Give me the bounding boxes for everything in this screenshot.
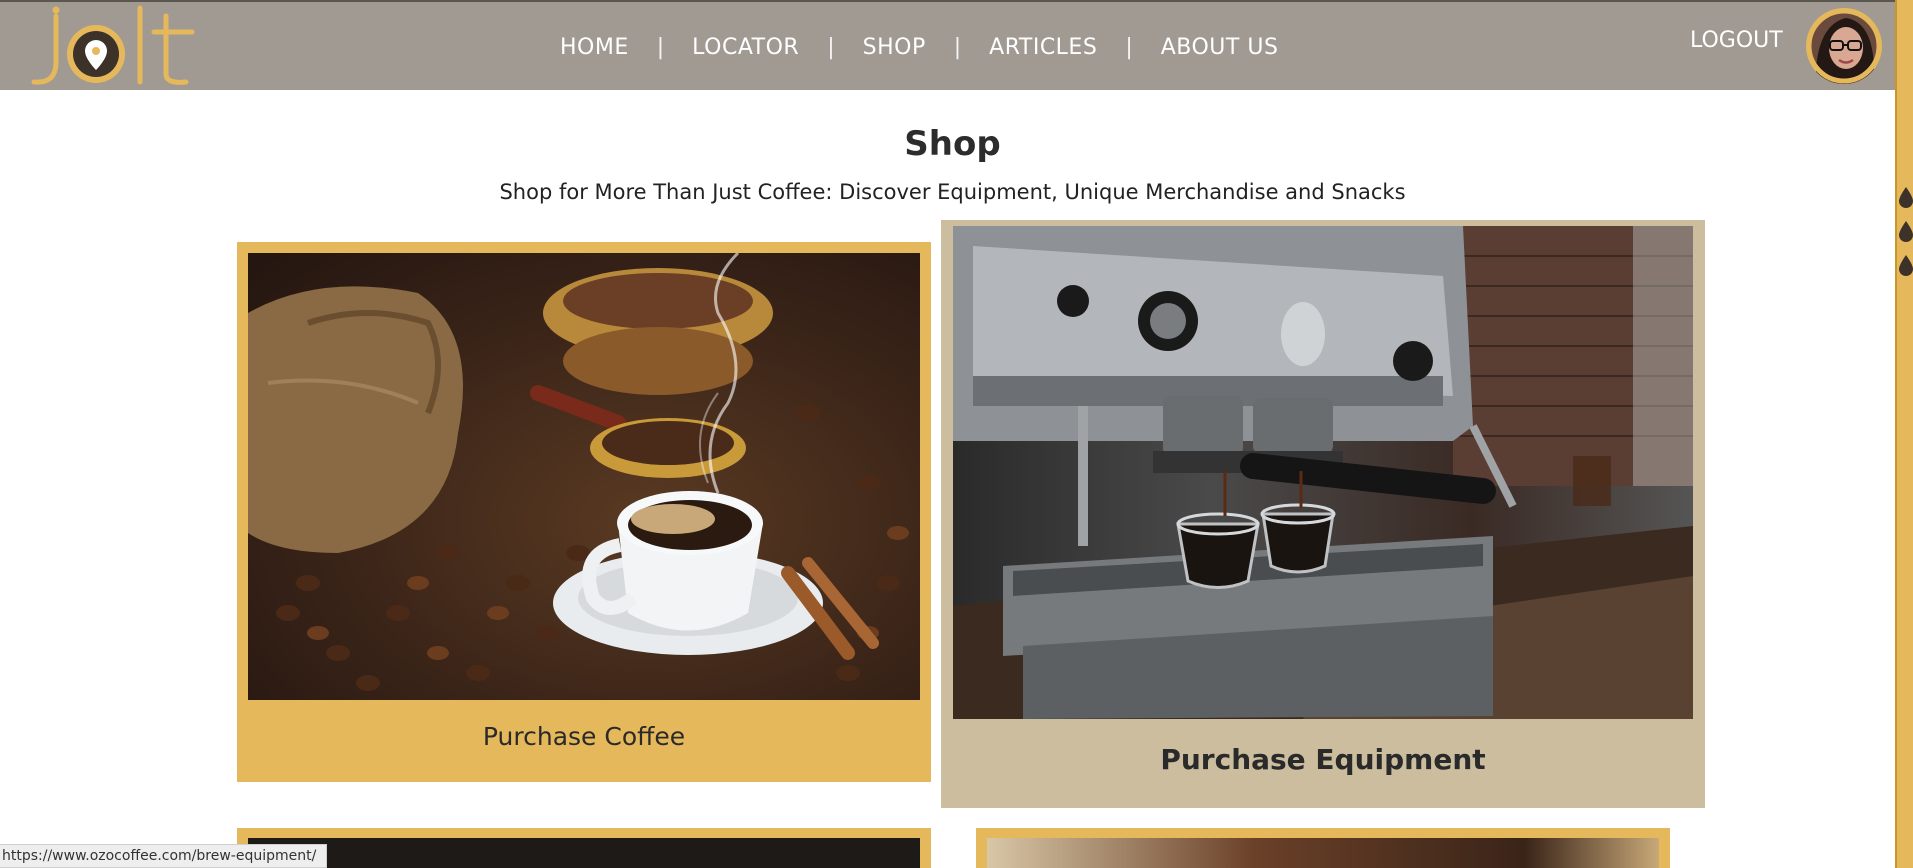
coffee-drop-icon[interactable] (1897, 254, 1913, 276)
nav-separator: | (953, 34, 962, 60)
nav-separator: | (1125, 34, 1133, 60)
nav-locator-link[interactable]: LOCATOR (692, 35, 799, 60)
page-subtitle: Shop for More Than Just Coffee: Discover… (499, 180, 1406, 204)
nav-shop-link[interactable]: SHOP (863, 35, 926, 60)
user-avatar[interactable] (1806, 8, 1882, 84)
coffee-photo (248, 253, 920, 700)
jolt-logo[interactable] (16, 2, 196, 92)
next-card-left-photo (248, 838, 920, 868)
scroll-indicator-strip[interactable] (1895, 0, 1913, 868)
nav-articles-link[interactable]: ARTICLES (989, 35, 1097, 60)
nav-separator: | (656, 34, 665, 60)
nav-home-link[interactable]: HOME (560, 35, 629, 60)
coffee-drop-icon[interactable] (1897, 220, 1913, 242)
next-card-left[interactable] (237, 828, 931, 868)
purchase-coffee-footer: Purchase Coffee (237, 700, 931, 782)
purchase-equipment-card[interactable]: Purchase Equipment (941, 220, 1705, 808)
top-navbar: HOME | LOCATOR | SHOP | ARTICLES | ABOUT… (0, 0, 1895, 90)
coffee-drop-icon[interactable] (1897, 186, 1913, 208)
page: HOME | LOCATOR | SHOP | ARTICLES | ABOUT… (0, 0, 1895, 868)
link-status-bar: https://www.ozocoffee.com/brew-equipment… (0, 844, 328, 868)
page-title: Shop (904, 124, 1001, 164)
nav-about-us-link[interactable]: ABOUT US (1161, 35, 1279, 60)
purchase-equipment-footer: Purchase Equipment (941, 719, 1705, 808)
next-card-right-photo (987, 838, 1659, 868)
purchase-coffee-label[interactable]: Purchase Coffee (237, 722, 931, 751)
main-nav: HOME | LOCATOR | SHOP | ARTICLES | ABOUT… (560, 2, 1278, 92)
purchase-coffee-card[interactable]: Purchase Coffee (237, 242, 931, 782)
next-card-right[interactable] (976, 828, 1670, 868)
purchase-equipment-label[interactable]: Purchase Equipment (941, 743, 1705, 776)
logout-link[interactable]: LOGOUT (1690, 28, 1783, 53)
espresso-machine-photo (953, 226, 1693, 719)
nav-separator: | (827, 34, 835, 60)
